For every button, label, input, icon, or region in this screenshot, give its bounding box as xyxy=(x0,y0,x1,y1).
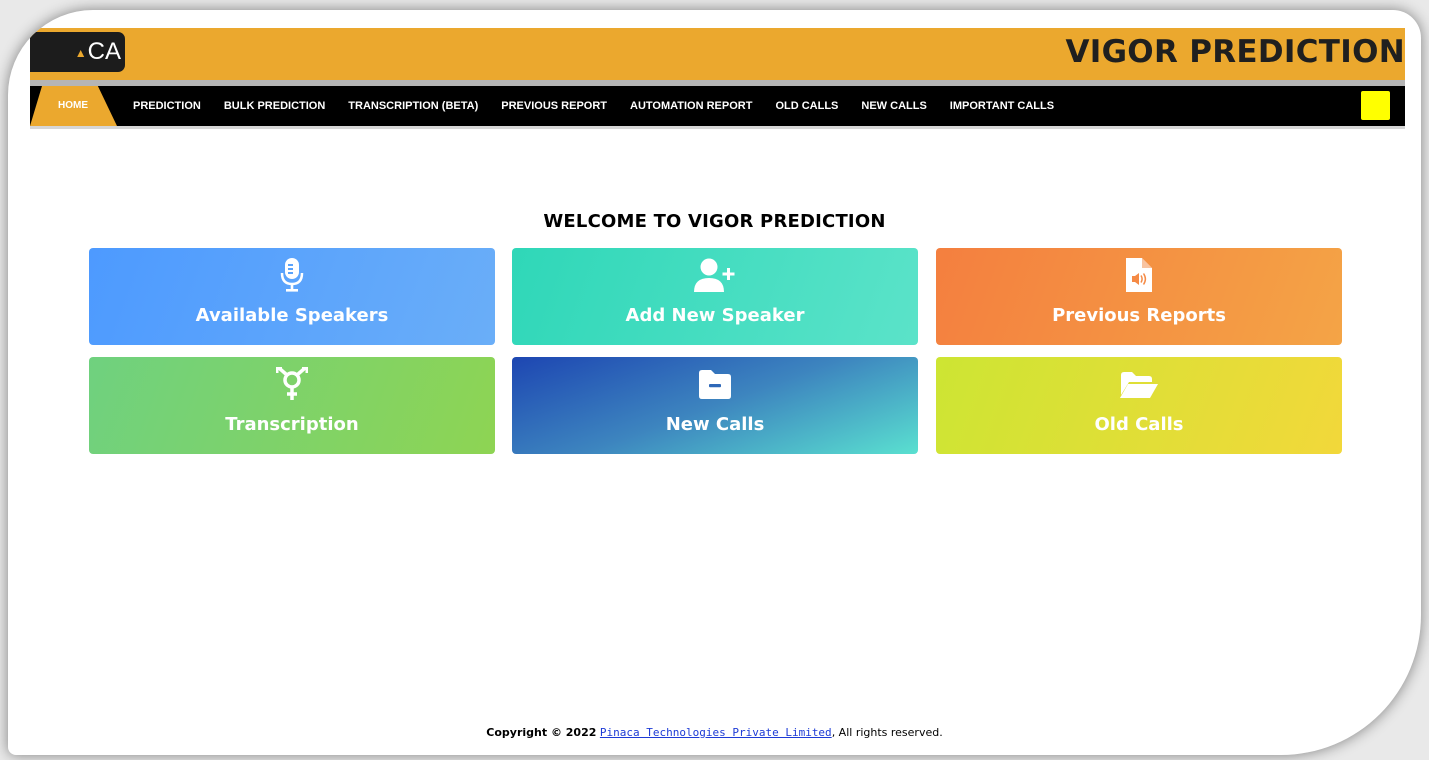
new-calls-card[interactable]: New Calls xyxy=(512,357,918,454)
add-new-speaker-card[interactable]: Add New Speaker xyxy=(512,248,918,345)
old-calls-card[interactable]: Old Calls xyxy=(936,357,1342,454)
nav-item-prediction[interactable]: PREDICTION xyxy=(133,100,201,112)
folder-minus-icon xyxy=(512,367,918,401)
footer-rights: , All rights reserved. xyxy=(831,726,943,739)
footer-copyright: Copyright © 2022 xyxy=(486,726,597,739)
available-speakers-card[interactable]: Available Speakers xyxy=(89,248,495,345)
navbar-shadow xyxy=(30,126,1405,129)
nav-item-transcription[interactable]: TRANSCRIPTION (BETA) xyxy=(348,100,478,112)
transcription-card[interactable]: Transcription xyxy=(89,357,495,454)
nav-item-important-calls[interactable]: IMPORTANT CALLS xyxy=(950,100,1054,112)
nav-item-new-calls[interactable]: NEW CALLS xyxy=(861,100,926,112)
card-label: Old Calls xyxy=(1094,414,1184,435)
previous-reports-card[interactable]: Previous Reports xyxy=(936,248,1342,345)
top-header: ▲CA VIGOR PREDICTION xyxy=(30,28,1405,80)
welcome-heading: WELCOME TO VIGOR PREDICTION xyxy=(543,211,886,232)
main-navbar: HOME PREDICTION BULK PREDICTION TRANSCRI… xyxy=(30,86,1405,126)
nav-item-bulk-prediction[interactable]: BULK PREDICTION xyxy=(224,100,325,112)
nav-item-old-calls[interactable]: OLD CALLS xyxy=(775,100,838,112)
card-label: Transcription xyxy=(225,414,359,435)
footer: Copyright © 2022 Pinaca Technologies Pri… xyxy=(8,726,1421,739)
pinaca-logo[interactable]: ▲CA xyxy=(30,32,125,72)
transgender-icon xyxy=(89,367,495,401)
logo-triangle-icon: ▲ xyxy=(74,45,87,60)
audio-file-icon xyxy=(936,258,1342,292)
card-label: Available Speakers xyxy=(195,305,389,326)
nav-item-home[interactable]: HOME xyxy=(30,86,117,126)
user-plus-icon xyxy=(512,258,918,292)
user-menu-button[interactable] xyxy=(1361,91,1390,120)
card-label: Add New Speaker xyxy=(625,305,805,326)
card-label: New Calls xyxy=(665,414,765,435)
card-label: Previous Reports xyxy=(1052,305,1226,326)
browser-frame: ▲CA VIGOR PREDICTION HOME PREDICTION BUL… xyxy=(8,10,1421,755)
nav-item-automation-report[interactable]: AUTOMATION REPORT xyxy=(630,100,752,112)
folder-open-icon xyxy=(936,367,1342,401)
footer-company-link[interactable]: Pinaca Technologies Private Limited xyxy=(600,726,832,739)
nav-list: HOME PREDICTION BULK PREDICTION TRANSCRI… xyxy=(30,86,1077,126)
nav-item-previous-report[interactable]: PREVIOUS REPORT xyxy=(501,100,607,112)
microphone-icon xyxy=(89,258,495,292)
brand-title: VIGOR PREDICTION xyxy=(1065,34,1405,70)
logo-text: CA xyxy=(87,38,121,65)
